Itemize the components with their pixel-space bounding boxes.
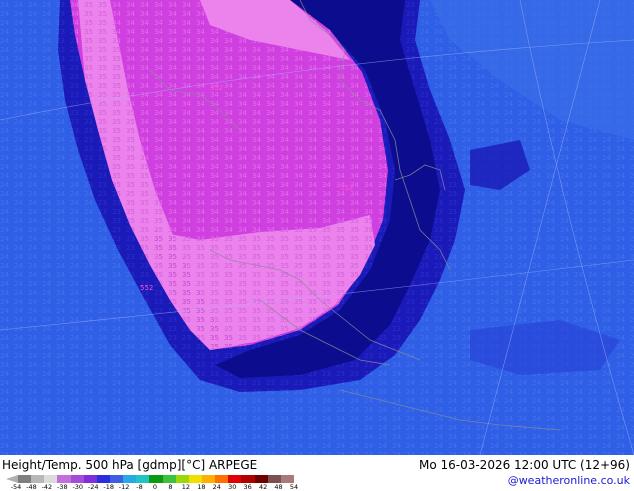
- legend-swatch: [136, 475, 150, 483]
- legend-swatch: [162, 475, 176, 483]
- legend-swatch: [267, 475, 281, 483]
- site-credit[interactable]: @weatheronline.co.uk: [508, 474, 630, 487]
- legend-swatch: [280, 475, 294, 483]
- legend-arrow-left: [6, 475, 18, 483]
- legend-color-bar: [18, 475, 294, 483]
- svg-text:552: 552: [340, 184, 353, 192]
- bottom-info-bar: Height/Temp. 500 hPa [gdmp][°C] ARPEGE M…: [0, 455, 634, 491]
- legend-swatch: [241, 475, 255, 483]
- svg-text:552: 552: [140, 284, 153, 292]
- legend-swatch: [188, 475, 202, 483]
- legend-swatch: [18, 475, 32, 483]
- legend-swatch: [149, 475, 163, 483]
- legend-swatch: [83, 475, 97, 483]
- legend-swatch: [175, 475, 189, 483]
- legend-swatch: [57, 475, 71, 483]
- map-title: Height/Temp. 500 hPa [gdmp][°C] ARPEGE: [2, 458, 258, 472]
- legend-swatch: [123, 475, 137, 483]
- temperature-map-canvas: 24 23 35 34: [0, 0, 634, 455]
- weather-map: 24 23 35 34: [0, 0, 634, 455]
- forecast-datetime: Mo 16-03-2026 12:00 UTC (12+96): [418, 458, 630, 472]
- legend-swatch: [215, 475, 229, 483]
- legend-swatch: [201, 475, 216, 483]
- legend-swatch: [31, 475, 45, 483]
- legend-swatch: [254, 475, 268, 483]
- legend-swatch: [44, 475, 58, 483]
- svg-text:552: 552: [210, 84, 223, 92]
- color-legend: -54 -48 -42 -38 -30 -24 -18 -12 -8 0 8 12 18 24 30 36 42…: [6, 474, 298, 491]
- legend-swatch: [70, 475, 84, 483]
- legend-swatch: [228, 475, 242, 483]
- legend-swatch: [109, 475, 124, 483]
- legend-swatch: [96, 475, 110, 483]
